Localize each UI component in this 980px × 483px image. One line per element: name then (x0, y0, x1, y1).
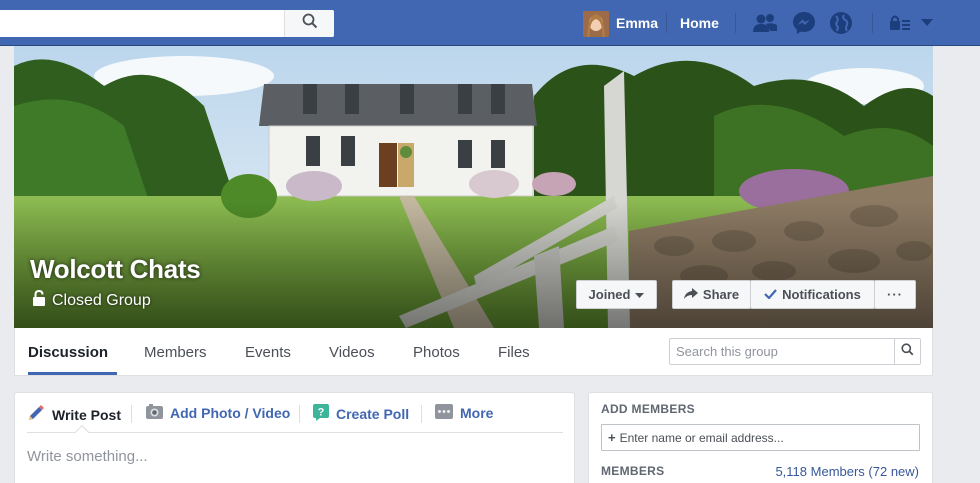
privacy-shortcuts-icon[interactable] (887, 11, 913, 35)
group-search-box (669, 338, 921, 365)
home-link[interactable]: Home (680, 15, 719, 31)
composer-divider (131, 405, 132, 423)
search-icon (901, 342, 914, 361)
add-members-input[interactable]: + Enter name or email address... (601, 424, 920, 451)
composer-divider (421, 405, 422, 423)
global-search-button[interactable] (284, 10, 334, 37)
camera-icon (146, 404, 163, 422)
messenger-icon[interactable] (791, 11, 817, 35)
members-heading: MEMBERS (601, 464, 665, 478)
add-photo-video-tab[interactable]: Add Photo / Video (146, 404, 290, 422)
write-something-input[interactable]: Write something... (27, 448, 148, 465)
members-count-link[interactable]: 5,118 Members (72 new) (775, 464, 919, 479)
add-photo-video-label: Add Photo / Video (170, 405, 291, 421)
composer-divider-line (27, 432, 563, 433)
group-cover-photo: Wolcott Chats Closed Group Joined Share … (14, 46, 933, 328)
post-composer: Write Post Add Photo / Video ? Create Po… (14, 392, 575, 483)
more-options-button[interactable]: ··· (874, 280, 916, 309)
profile-link[interactable]: Emma (616, 15, 658, 31)
group-tab-bar: Discussion Members Events Videos Photos … (14, 328, 933, 376)
pencil-icon (27, 404, 45, 425)
account-menu-chevron-down-icon[interactable] (915, 11, 939, 35)
plus-icon: + (608, 430, 616, 445)
more-dots-icon: ··· (887, 287, 903, 302)
share-button[interactable]: Share (672, 280, 751, 309)
active-tab-indicator (28, 372, 117, 375)
add-members-heading: ADD MEMBERS (601, 402, 695, 416)
tab-discussion[interactable]: Discussion (28, 344, 108, 361)
tab-videos[interactable]: Videos (329, 344, 375, 361)
composer-divider (299, 405, 300, 423)
nav-divider (872, 13, 873, 33)
poll-question-icon: ? (313, 404, 329, 424)
more-label: More (460, 405, 494, 421)
tab-members[interactable]: Members (144, 344, 207, 361)
joined-button[interactable]: Joined (576, 280, 657, 309)
group-sidebar: ADD MEMBERS + Enter name or email addres… (588, 392, 933, 483)
joined-label: Joined (588, 287, 631, 302)
top-navigation-bar: Emma Home (0, 0, 980, 46)
more-tab[interactable]: More (435, 404, 493, 422)
unlocked-padlock-icon (32, 289, 46, 312)
share-arrow-icon (683, 287, 698, 302)
write-post-label: Write Post (52, 406, 121, 423)
group-privacy[interactable]: Closed Group (32, 289, 151, 312)
checkmark-icon (764, 287, 777, 302)
group-title[interactable]: Wolcott Chats (30, 254, 201, 285)
chevron-down-icon (635, 287, 645, 302)
active-tab-notch (74, 424, 90, 440)
group-search-button[interactable] (894, 339, 920, 364)
friend-requests-icon[interactable] (752, 11, 778, 35)
notifications-globe-icon[interactable] (828, 11, 854, 35)
add-members-placeholder: Enter name or email address... (619, 430, 784, 445)
nav-divider (735, 13, 736, 33)
avatar[interactable] (583, 11, 609, 37)
notifications-label: Notifications (782, 287, 861, 302)
svg-text:?: ? (318, 407, 325, 419)
nav-divider (666, 13, 667, 33)
search-icon (302, 13, 318, 34)
global-search-input[interactable] (0, 10, 334, 37)
tab-files[interactable]: Files (498, 344, 530, 361)
privacy-label: Closed Group (52, 292, 151, 309)
group-search-input[interactable] (676, 344, 886, 359)
create-poll-tab[interactable]: ? Create Poll (313, 404, 409, 424)
more-dots-icon (435, 404, 453, 422)
write-post-tab[interactable]: Write Post (27, 404, 121, 425)
share-label: Share (702, 287, 740, 302)
tab-events[interactable]: Events (245, 344, 291, 361)
notifications-button[interactable]: Notifications (750, 280, 875, 309)
create-poll-label: Create Poll (336, 406, 410, 422)
tab-photos[interactable]: Photos (413, 344, 460, 361)
